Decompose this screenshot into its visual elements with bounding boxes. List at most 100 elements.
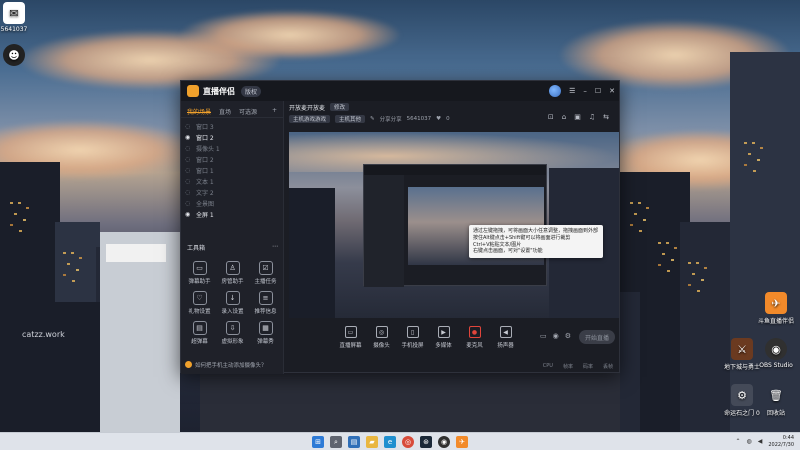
microphone-button[interactable]: ● 麦克风 bbox=[461, 326, 488, 349]
toolbox-header: 工具箱 ⋯ bbox=[187, 243, 278, 252]
scene-item[interactable]: ◉ 窗口 2 bbox=[181, 132, 283, 143]
tool-label: 超弹幕 bbox=[191, 339, 208, 345]
tab-my-scenes[interactable]: 我的场景 bbox=[187, 107, 212, 116]
tool-room-manager[interactable]: ♙ 房管助手 bbox=[216, 261, 249, 285]
edit-title-button[interactable]: 修改 bbox=[330, 103, 350, 111]
avatar[interactable] bbox=[549, 85, 562, 97]
tool-record-settings[interactable]: ↓ 录入设置 bbox=[216, 291, 249, 315]
visibility-icon[interactable]: ◌ bbox=[185, 178, 192, 185]
network-icon[interactable]: ◍ bbox=[746, 438, 751, 445]
scene-item[interactable]: ◉ 全屏 1 bbox=[181, 209, 283, 220]
scene-item[interactable]: ◌ 文本 1 bbox=[181, 176, 283, 187]
tool-super-bullet[interactable]: ▤ 超弹幕 bbox=[183, 321, 216, 345]
settings-gear-icon[interactable]: ⚙ bbox=[565, 332, 571, 340]
scene-item[interactable]: ◌ 摄像头 1 bbox=[181, 143, 283, 154]
scene-item[interactable]: ◌ 全景图 bbox=[181, 198, 283, 209]
play-icon: ▶ bbox=[437, 326, 450, 338]
visibility-icon[interactable]: ◉ bbox=[185, 211, 192, 218]
tab-live[interactable]: 直场 bbox=[219, 107, 231, 116]
tooltip-line: 按住Alt键点击+Shift键可以将画面进行裁剪 bbox=[473, 234, 571, 241]
menu-icon[interactable]: ☰ bbox=[569, 87, 575, 95]
more-icon[interactable]: ⋯ bbox=[272, 243, 278, 252]
scene-list: ◌ 窗口 3 ◉ 窗口 2 ◌ 摄像头 1 ◌ 窗口 2 ◌ 窗口 1 ◌ 文本 1 ◌ 文字… bbox=[181, 118, 283, 220]
desktop-icon-douyu[interactable]: ✈ 斗鱼直播伴侣 bbox=[750, 292, 800, 325]
close-icon[interactable]: ✕ bbox=[609, 87, 615, 95]
edit-icon[interactable]: ✎ bbox=[370, 116, 375, 122]
tool-anchor-task[interactable]: ☑ 主播任务 bbox=[249, 261, 282, 285]
gift-icon: ♡ bbox=[192, 291, 207, 305]
version-badge[interactable]: 版权 bbox=[241, 85, 262, 97]
scene-label: 窗口 3 bbox=[196, 124, 214, 131]
control-label: 麦克风 bbox=[466, 343, 483, 349]
visibility-icon[interactable]: ◌ bbox=[185, 145, 192, 152]
visibility-icon[interactable]: ◌ bbox=[185, 200, 192, 207]
gift-box-icon[interactable]: ⊡ bbox=[548, 113, 554, 121]
control-label: 多媒体 bbox=[435, 343, 452, 349]
stream-info-bar: 开放麦开放麦 修改 bbox=[285, 101, 619, 113]
category-primary[interactable]: 主机游戏游戏 bbox=[289, 115, 331, 123]
edge-icon[interactable]: e bbox=[384, 436, 396, 448]
system-tray: ⌃ ◍ ◀ 0:44 2022/7/30 bbox=[735, 435, 794, 448]
tool-virtual-avatar[interactable]: ⇩ 虚拟形象 bbox=[216, 321, 249, 345]
toolbox-title: 工具箱 bbox=[187, 245, 206, 252]
stream-preview[interactable]: 通过左键拖拽，可将画面大小任意调整，拖拽画面到外部 按住Alt键点击+Shift… bbox=[289, 132, 619, 318]
chevron-up-icon[interactable]: ⌃ bbox=[735, 438, 740, 445]
desktop-icon-recycle[interactable]: 🗑 回收站 bbox=[750, 384, 800, 418]
visibility-icon[interactable]: ◉ bbox=[185, 134, 192, 141]
task-icon: ☑ bbox=[258, 261, 273, 275]
scene-item[interactable]: ◌ 窗口 1 bbox=[181, 165, 283, 176]
add-scene-icon[interactable]: + bbox=[272, 107, 277, 114]
maximize-icon[interactable]: ☐ bbox=[595, 87, 601, 95]
camera-button[interactable]: ◎ 摄像头 bbox=[368, 326, 395, 349]
help-hint[interactable]: 如何把手机主动添加摄像头？ bbox=[185, 359, 280, 370]
visibility-icon[interactable]: ◌ bbox=[185, 123, 192, 130]
scene-item[interactable]: ◌ 窗口 2 bbox=[181, 154, 283, 165]
stat-bitrate: 码率 bbox=[582, 363, 593, 370]
windows-icon[interactable]: ⊞ bbox=[312, 436, 324, 448]
sidebar: 我的场景 直场 可选源 + ◌ 窗口 3 ◉ 窗口 2 ◌ 摄像头 1 ◌ 窗口 2 ◌… bbox=[181, 101, 284, 374]
video-icon[interactable]: ▭ bbox=[540, 332, 547, 340]
bell-icon[interactable]: ♫ bbox=[589, 113, 595, 121]
tooltip-line: 右键点击画面，可对"设置"功能 bbox=[473, 248, 543, 255]
tool-gift-settings[interactable]: ♡ 礼物设置 bbox=[183, 291, 216, 315]
widgets-icon[interactable]: ▤ bbox=[348, 436, 360, 448]
category-secondary[interactable]: 主机其他 bbox=[335, 115, 366, 123]
desktop-icon-left-1[interactable]: ✉ 5641037 bbox=[0, 2, 40, 33]
scene-label: 窗口 1 bbox=[196, 168, 214, 175]
search-icon[interactable]: ⌕ bbox=[330, 436, 342, 448]
media-button[interactable]: ▶ 多媒体 bbox=[430, 326, 457, 349]
scene-item[interactable]: ◌ 文字 2 bbox=[181, 187, 283, 198]
speaker-button[interactable]: ◀ 扬声器 bbox=[492, 326, 519, 349]
screen-capture-button[interactable]: ▭ 直播屏幕 bbox=[337, 326, 364, 349]
tool-label: 礼物设置 bbox=[188, 309, 211, 315]
chrome-icon[interactable]: ◎ bbox=[402, 436, 414, 448]
share-icon[interactable]: ⇆ bbox=[603, 113, 609, 121]
volume-icon[interactable]: ◀ bbox=[758, 438, 763, 445]
visibility-icon[interactable]: ◌ bbox=[185, 189, 192, 196]
visibility-icon[interactable]: ◌ bbox=[185, 167, 192, 174]
tool-bullet-show[interactable]: ▦ 弹幕秀 bbox=[249, 321, 282, 345]
explorer-icon[interactable]: ▰ bbox=[366, 436, 378, 448]
phone-cast-button[interactable]: ▯ 手机投屏 bbox=[399, 326, 426, 349]
steam-icon[interactable]: ⊛ bbox=[420, 436, 432, 448]
scene-item[interactable]: ◌ 窗口 3 bbox=[181, 121, 283, 132]
app-logo-icon bbox=[187, 85, 199, 97]
desktop-icon-obs[interactable]: ◉ OBS Studio bbox=[750, 338, 800, 369]
preview-tooltip: 通过左键拖拽，可将画面大小任意调整，拖拽画面到外部 按住Alt键点击+Shift… bbox=[469, 225, 603, 258]
clock[interactable]: 0:44 2022/7/30 bbox=[768, 435, 794, 448]
eye-icon[interactable]: ◉ bbox=[553, 332, 559, 340]
tab-sources[interactable]: 可选源 bbox=[239, 107, 257, 116]
start-live-button[interactable]: 开始直播 bbox=[579, 330, 615, 344]
douyu-icon: ✈ bbox=[765, 292, 787, 314]
visibility-icon[interactable]: ◌ bbox=[185, 156, 192, 163]
shop-icon[interactable]: ⌂ bbox=[562, 113, 566, 121]
desktop-icon-label: 回收站 bbox=[766, 410, 785, 417]
douyu-icon[interactable]: ✈ bbox=[456, 436, 468, 448]
minimize-icon[interactable]: – bbox=[583, 87, 587, 95]
desktop-icon-left-2[interactable]: ☻ bbox=[0, 44, 40, 68]
tool-chat-helper[interactable]: ▭ 弹幕助手 bbox=[183, 261, 216, 285]
bullet-icon: ▤ bbox=[192, 321, 207, 335]
tool-recommend[interactable]: ≡ 推荐信息 bbox=[249, 291, 282, 315]
obs-icon[interactable]: ◉ bbox=[438, 436, 450, 448]
bag-icon[interactable]: ▣ bbox=[574, 113, 581, 121]
